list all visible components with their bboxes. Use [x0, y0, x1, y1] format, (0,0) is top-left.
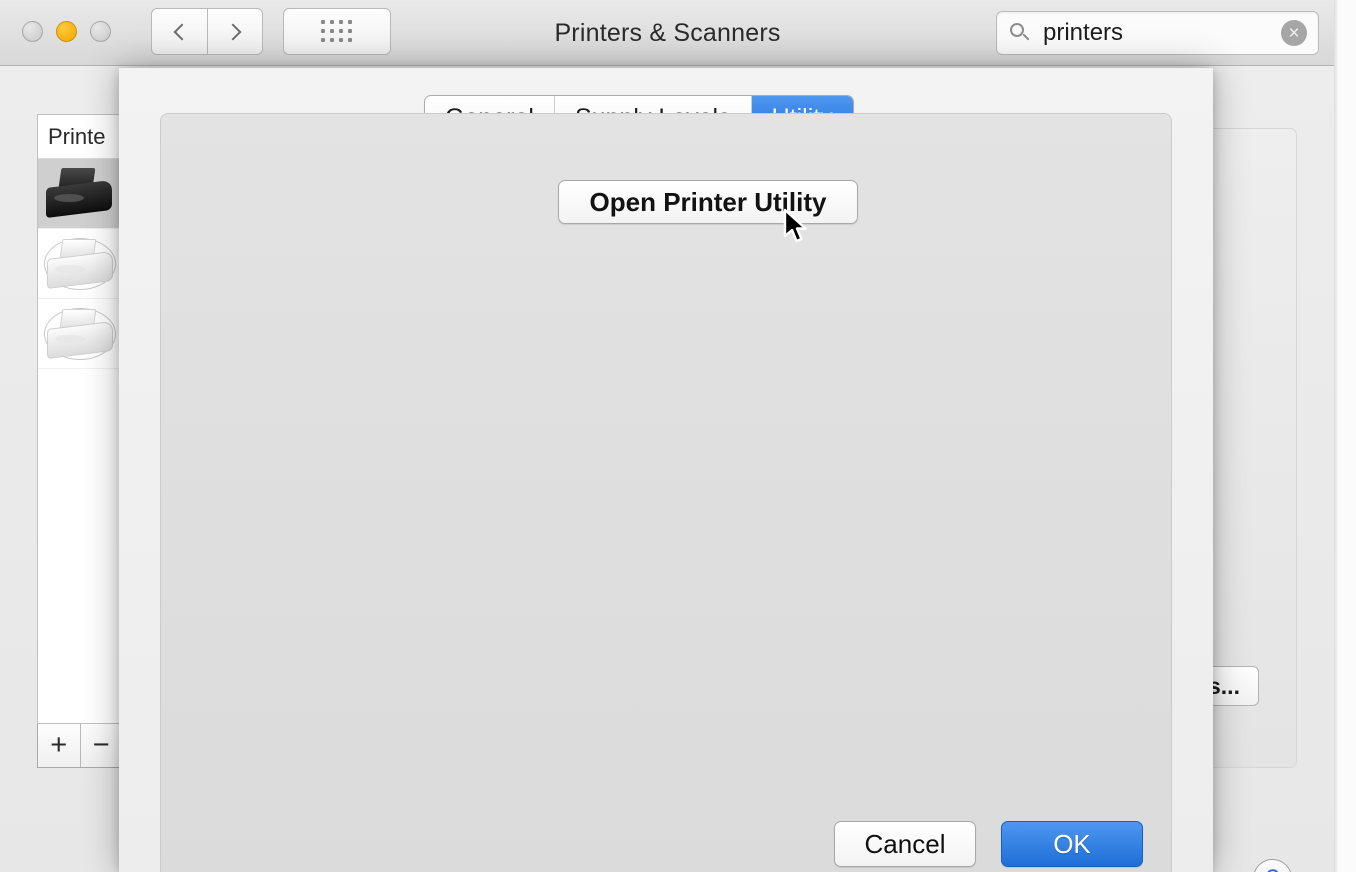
printer-list-item-3[interactable]	[38, 299, 122, 369]
help-button[interactable]: ?	[1253, 859, 1292, 872]
printer-list-item-2[interactable]	[38, 229, 122, 299]
utility-panel: Open Printer Utility Cancel OK	[160, 113, 1172, 872]
sheet-footer: Cancel OK	[161, 821, 1173, 872]
search-icon	[1009, 22, 1031, 44]
printer-icon	[44, 237, 116, 290]
cancel-button[interactable]: Cancel	[834, 821, 976, 867]
clear-search-icon[interactable]: ×	[1281, 20, 1307, 46]
printer-options-sheet: General Supply Levels Utility Open Print…	[119, 68, 1213, 872]
search-input[interactable]: printers	[1043, 19, 1281, 47]
open-printer-utility-button[interactable]: Open Printer Utility	[558, 180, 858, 224]
screen: Printers & Scanners printers × Printe + …	[0, 0, 1356, 872]
desktop-background	[1338, 0, 1356, 872]
remove-printer-button[interactable]: −	[81, 724, 123, 767]
printer-icon	[44, 307, 116, 360]
printer-list-controls: + −	[37, 724, 123, 768]
search-field[interactable]: printers ×	[996, 11, 1319, 55]
window-toolbar: Printers & Scanners printers ×	[0, 0, 1335, 66]
add-printer-button[interactable]: +	[38, 724, 81, 767]
printer-list[interactable]: Printe	[37, 114, 123, 724]
printers-scanners-window: Printers & Scanners printers × Printe + …	[0, 0, 1335, 872]
ok-button[interactable]: OK	[1001, 821, 1143, 867]
printer-icon	[44, 167, 116, 220]
printer-list-header: Printe	[38, 115, 122, 159]
printer-list-item-1[interactable]	[38, 159, 122, 229]
